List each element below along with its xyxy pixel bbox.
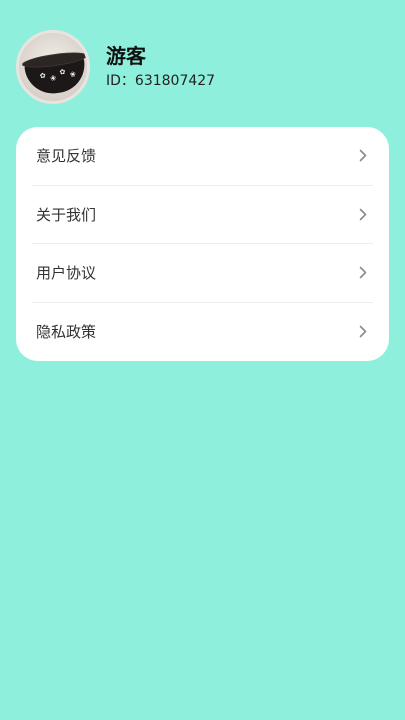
chevron-right-icon — [357, 149, 369, 163]
profile-info: 游客 ID：631807427 — [106, 43, 215, 90]
chevron-right-icon — [357, 207, 369, 221]
menu-item-about-us[interactable]: 关于我们 — [32, 186, 373, 244]
username: 游客 — [106, 44, 146, 68]
profile-header: ✿ ❀ ✿ ❀ 游客 ID：631807427 — [16, 29, 215, 104]
chevron-right-icon — [357, 266, 369, 280]
menu-item-privacy-policy[interactable]: 隐私政策 — [32, 303, 373, 362]
chevron-right-icon — [357, 325, 369, 339]
menu-item-label: 用户协议 — [36, 264, 97, 283]
menu-card: 意见反馈 关于我们 用户协议 隐私政策 — [16, 127, 389, 361]
menu-item-label: 关于我们 — [36, 205, 97, 224]
menu-item-user-agreement[interactable]: 用户协议 — [32, 244, 373, 303]
menu-item-label: 隐私政策 — [36, 323, 97, 342]
avatar[interactable]: ✿ ❀ ✿ ❀ — [16, 29, 90, 104]
menu-item-feedback[interactable]: 意见反馈 — [32, 127, 373, 186]
user-id: ID：631807427 — [106, 73, 216, 89]
menu-item-label: 意见反馈 — [36, 147, 97, 166]
bowl-image: ✿ ❀ ✿ ❀ — [23, 54, 87, 97]
